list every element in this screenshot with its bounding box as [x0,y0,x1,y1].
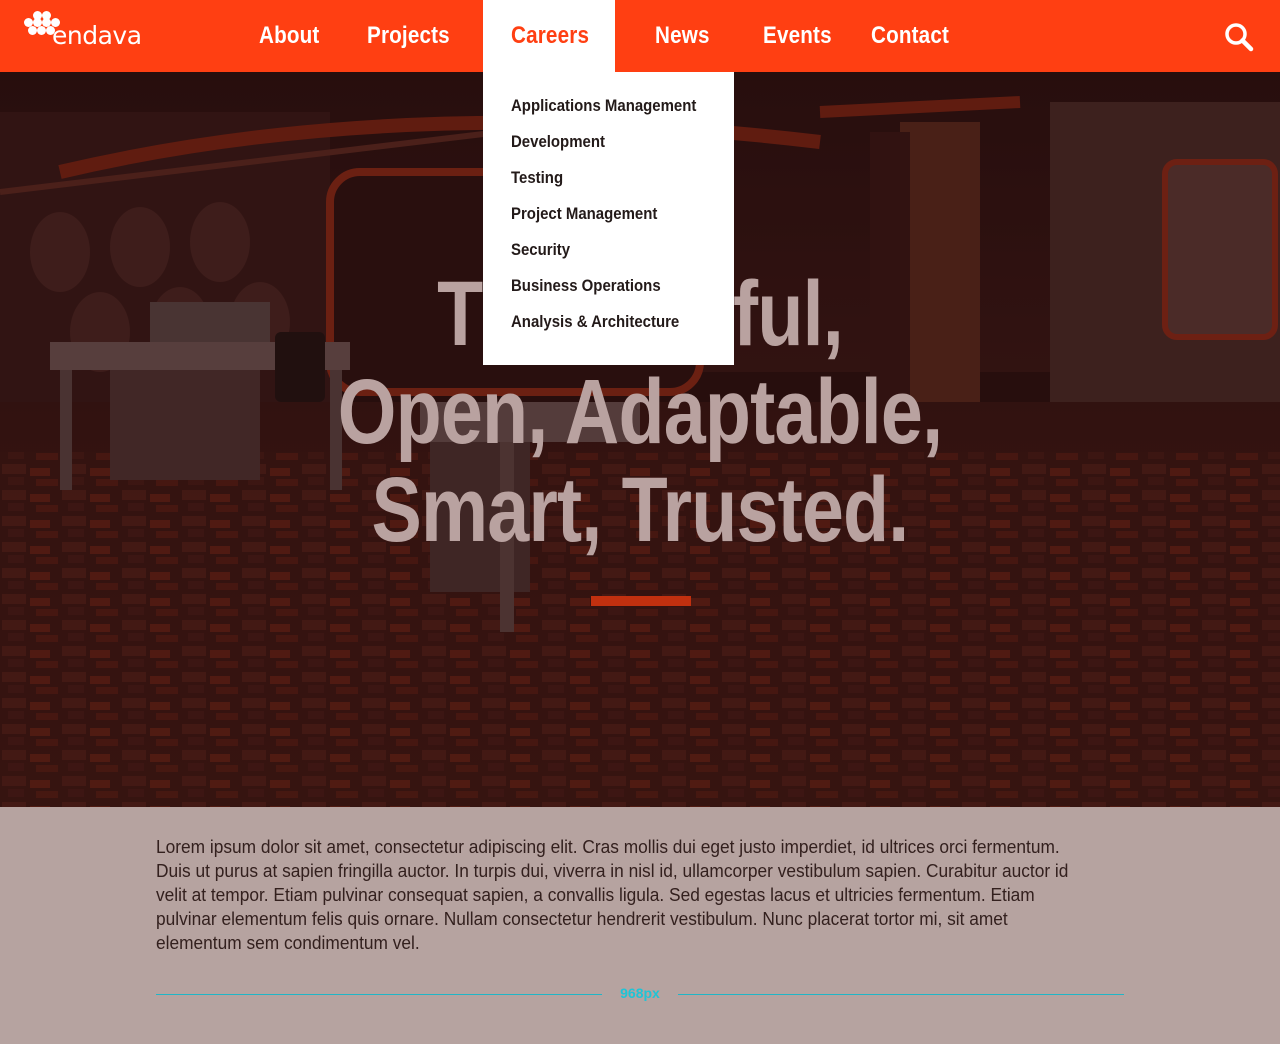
nav-item-about[interactable]: About [259,0,319,72]
menu-item-project-management[interactable]: Project Management [511,202,657,226]
intro-paragraph: Lorem ipsum dolor sit amet, consectetur … [156,837,1069,953]
search-icon[interactable] [1222,20,1256,54]
menu-item-analysis-architecture[interactable]: Analysis & Architecture [511,310,679,334]
careers-dropdown-menu: Applications Management Development Test… [483,72,734,365]
endava-logo[interactable]: endava [24,11,144,51]
header-bar: endava About Projects Careers News Event… [0,0,1280,72]
logo-wordmark: endava [52,21,142,50]
hero-accent-underline [591,596,691,606]
hero-headline-line-2: Open, Adaptable, [337,361,943,463]
width-guide-line-right [678,994,1124,995]
nav-item-events[interactable]: Events [763,0,832,72]
menu-item-testing[interactable]: Testing [511,166,563,190]
nav-item-careers[interactable]: Careers [511,0,589,72]
menu-item-business-operations[interactable]: Business Operations [511,274,661,298]
menu-item-security[interactable]: Security [511,238,570,262]
nav-item-news[interactable]: News [655,0,710,72]
nav-item-contact[interactable]: Contact [871,0,949,72]
menu-item-applications-management[interactable]: Applications Management [511,94,696,118]
menu-item-development[interactable]: Development [511,130,605,154]
nav-item-projects[interactable]: Projects [367,0,450,72]
width-guide-label: 968px [620,985,660,1001]
width-guide-line-left [156,994,602,995]
hero-headline-line-3: Smart, Trusted. [371,459,910,561]
